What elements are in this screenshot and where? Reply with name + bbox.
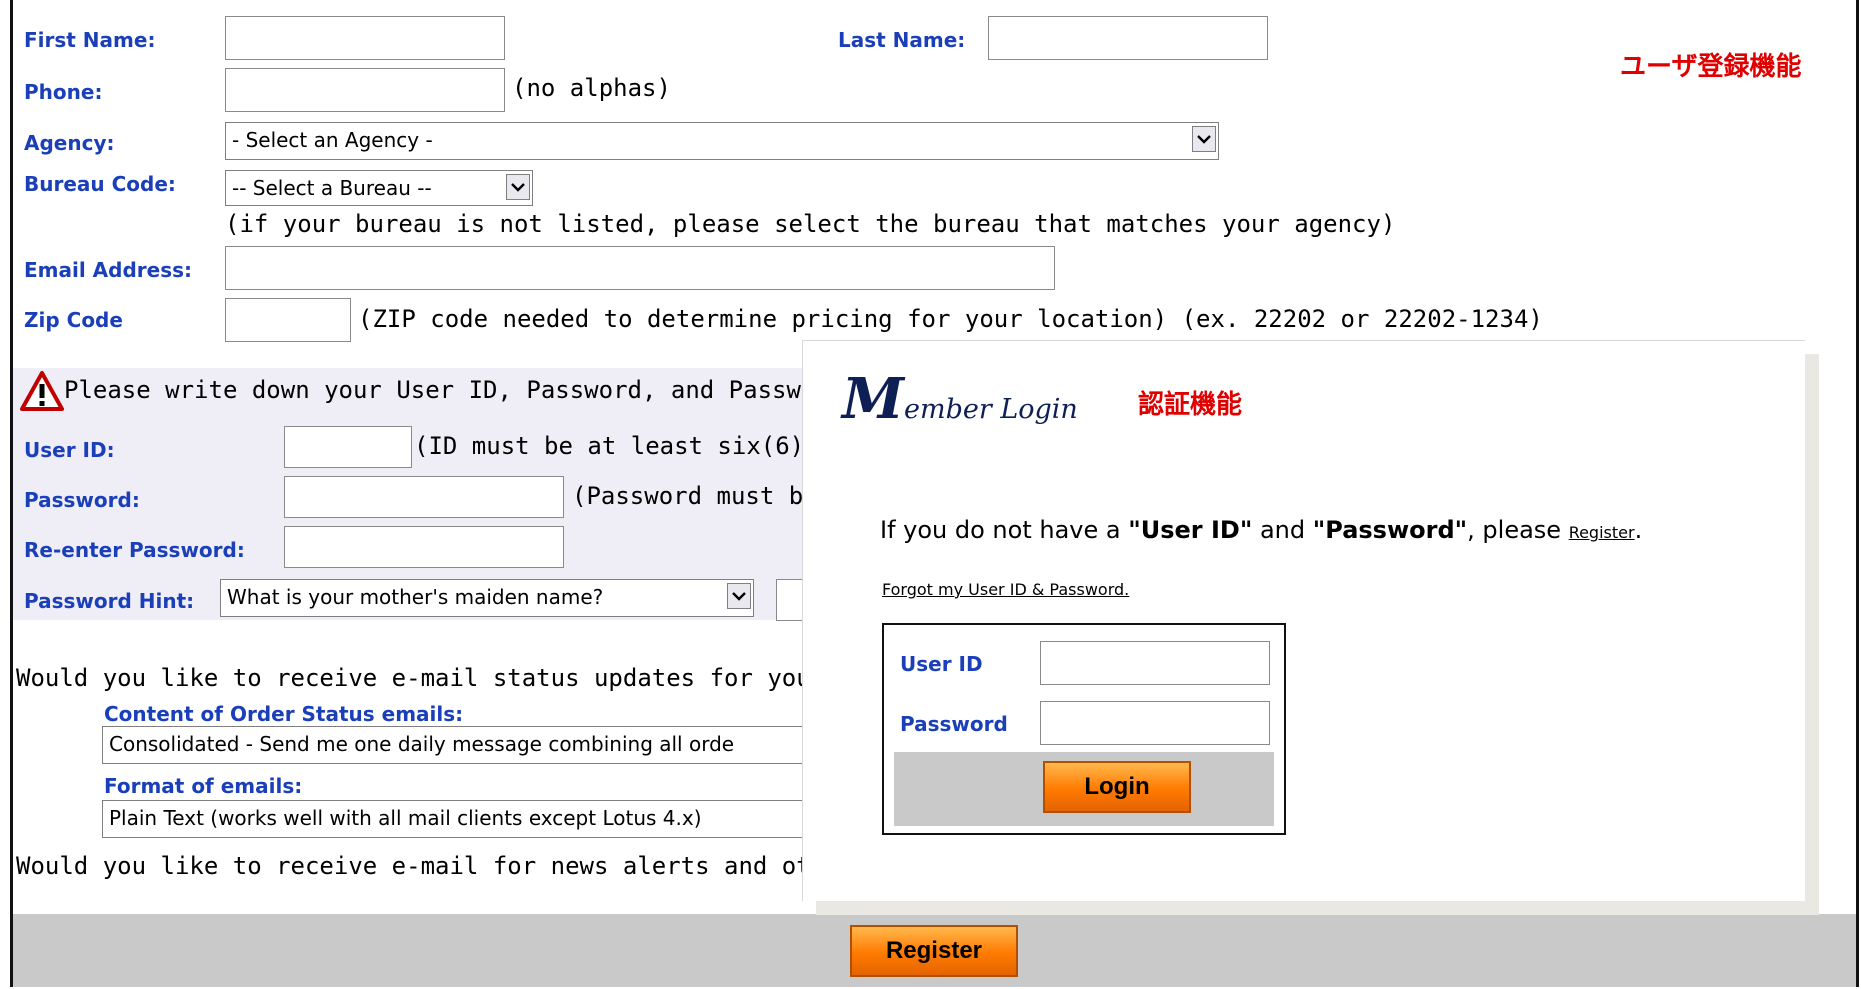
warning-text: Please write down your User ID, Password… [64, 376, 816, 404]
password-hint: (Password must b [572, 482, 804, 510]
login-prompt-end: . [1634, 516, 1643, 544]
login-password-input[interactable] [1040, 701, 1270, 745]
password-hint-select-value: What is your mother's maiden name? [227, 585, 604, 609]
content-select[interactable]: Consolidated - Send me one daily message… [102, 726, 814, 764]
member-login-title: Member Login [842, 366, 1078, 432]
agency-label: Agency: [24, 131, 115, 155]
login-prompt-password: "Password" [1312, 516, 1468, 544]
format-label: Format of emails: [104, 774, 303, 798]
chevron-down-icon[interactable] [727, 583, 751, 609]
first-name-label: First Name: [24, 28, 156, 52]
login-prompt-userid: "User ID" [1128, 516, 1253, 544]
bureau-hint: (if your bureau is not listed, please se… [225, 210, 1396, 238]
login-prompt-prefix: If you do not have a [880, 516, 1129, 544]
last-name-input[interactable] [988, 16, 1268, 60]
email-input[interactable] [225, 246, 1055, 290]
password-input[interactable] [284, 476, 564, 518]
format-select[interactable]: Plain Text (works well with all mail cli… [102, 800, 814, 838]
forgot-credentials-link[interactable]: Forgot my User ID & Password. [882, 580, 1129, 599]
login-annotation: 認証機能 [1138, 390, 1243, 420]
login-button[interactable]: Login [1043, 761, 1191, 813]
reenter-password-input[interactable] [284, 526, 564, 568]
last-name-label: Last Name: [838, 28, 966, 52]
bureau-select[interactable]: -- Select a Bureau -- [225, 170, 533, 206]
user-id-input[interactable] [284, 426, 412, 468]
login-user-id-input[interactable] [1040, 641, 1270, 685]
zip-label: Zip Code [24, 308, 123, 332]
news-question: Would you like to receive e-mail for new… [16, 852, 855, 880]
login-prompt-suffix: , please [1467, 516, 1569, 544]
user-id-hint: (ID must be at least six(6) ch [414, 432, 848, 460]
chevron-down-icon[interactable] [506, 174, 530, 200]
bureau-select-value: -- Select a Bureau -- [232, 176, 432, 200]
warning-icon [20, 370, 64, 412]
email-label: Email Address: [24, 258, 193, 282]
status-question: Would you like to receive e-mail status … [16, 664, 869, 692]
agency-select[interactable]: - Select an Agency - [225, 122, 1219, 160]
member-login-title-rest: ember Login [904, 394, 1078, 425]
register-button[interactable]: Register [850, 925, 1018, 977]
phone-input[interactable] [225, 68, 505, 112]
reenter-password-label: Re-enter Password: [24, 538, 245, 562]
first-name-input[interactable] [225, 16, 505, 60]
agency-select-value: - Select an Agency - [232, 128, 433, 152]
content-select-value: Consolidated - Send me one daily message… [109, 732, 735, 756]
register-link[interactable]: Register [1569, 523, 1635, 542]
phone-label: Phone: [24, 80, 103, 104]
zip-input[interactable] [225, 298, 351, 342]
content-label: Content of Order Status emails: [104, 702, 464, 726]
password-hint-label: Password Hint: [24, 589, 195, 613]
member-login-title-initial: M [842, 366, 904, 432]
user-id-label: User ID: [24, 438, 115, 462]
format-select-value: Plain Text (works well with all mail cli… [109, 806, 702, 830]
registration-annotation: ユーザ登録機能 [1620, 52, 1802, 82]
phone-hint: (no alphas) [512, 74, 671, 102]
login-user-id-label: User ID [900, 652, 983, 676]
login-password-label: Password [900, 712, 1008, 736]
password-hint-select[interactable]: What is your mother's maiden name? [220, 579, 754, 617]
bureau-label: Bureau Code: [24, 172, 176, 196]
login-prompt-and: and [1252, 516, 1313, 544]
zip-hint: (ZIP code needed to determine pricing fo… [358, 305, 1543, 333]
login-prompt: If you do not have a "User ID" and "Pass… [880, 516, 1642, 544]
chevron-down-icon[interactable] [1192, 126, 1216, 152]
password-label: Password: [24, 488, 140, 512]
